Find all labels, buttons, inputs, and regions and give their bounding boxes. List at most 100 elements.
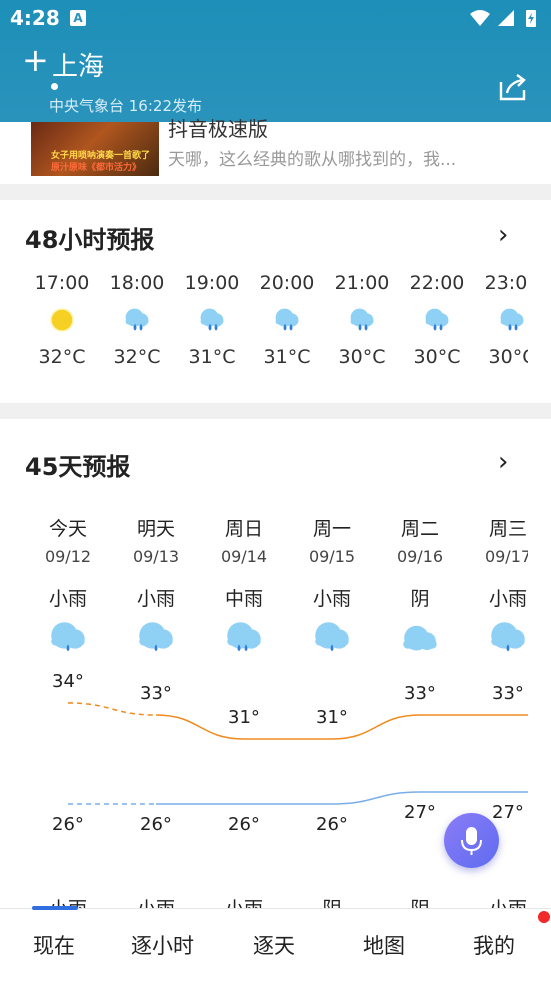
rain-cloud-icon xyxy=(324,294,400,346)
hourly-item[interactable]: 20:00 31°C xyxy=(249,272,325,368)
night-condition: 阴 xyxy=(288,894,376,908)
daily-item[interactable]: 今天 09/12 小雨 xyxy=(24,514,112,663)
low-temp-line-segment xyxy=(155,791,528,805)
hour-temp: 31°C xyxy=(188,346,236,368)
signal-icon xyxy=(498,10,514,26)
light-rain-icon xyxy=(464,615,528,663)
day-condition: 中雨 xyxy=(224,588,263,610)
rain-cloud-icon xyxy=(174,294,250,346)
hourly-item[interactable]: 21:00 30°C xyxy=(324,272,400,368)
overcast-icon xyxy=(376,615,464,663)
night-condition: 小雨 xyxy=(112,894,200,908)
voice-button[interactable] xyxy=(444,813,499,868)
daily-item[interactable]: 明天 09/13 小雨 xyxy=(112,514,200,663)
night-condition: 小雨 xyxy=(464,894,528,908)
day-name: 周二 xyxy=(400,518,439,540)
nav-active-indicator xyxy=(32,906,78,910)
rain-cloud-icon xyxy=(249,294,325,346)
hour-time: 17:00 xyxy=(34,272,90,294)
hour-temp: 31°C xyxy=(263,346,311,368)
hour-time: 20:00 xyxy=(259,272,315,294)
daily-title: 45天预报 xyxy=(25,453,131,481)
day-condition: 小雨 xyxy=(312,588,351,610)
hour-time: 22:00 xyxy=(409,272,465,294)
nav-mine[interactable]: 我的 xyxy=(473,930,515,960)
low-temp-label: 26° xyxy=(316,814,348,835)
hourly-item[interactable]: 19:00 31°C xyxy=(174,272,250,368)
daily-item[interactable]: 周日 09/14 中雨 xyxy=(200,514,288,663)
hour-temp: 32°C xyxy=(38,346,86,368)
day-date: 09/17 xyxy=(484,547,528,566)
day-name: 今天 xyxy=(48,518,87,540)
hour-time: 23:00 xyxy=(484,272,528,294)
day-date: 09/16 xyxy=(396,547,444,566)
day-name: 周一 xyxy=(312,518,351,540)
hour-time: 19:00 xyxy=(184,272,240,294)
add-city-button[interactable]: + xyxy=(22,44,49,76)
section-divider xyxy=(0,403,551,419)
share-icon[interactable] xyxy=(498,72,528,102)
daily-more-chevron-icon[interactable]: › xyxy=(498,447,508,477)
daily-item[interactable]: 周三 09/17 小雨 xyxy=(464,514,528,663)
day-name: 周日 xyxy=(224,518,263,540)
hourly-item[interactable]: 17:00 32°C xyxy=(24,272,100,368)
wifi-icon xyxy=(470,10,490,26)
moderate-rain-icon xyxy=(200,615,288,663)
news-description[interactable]: 天哪，这么经典的歌从哪找到的，我... xyxy=(168,145,456,170)
hour-temp: 30°C xyxy=(413,346,461,368)
high-temp-line-past-segment xyxy=(67,702,157,716)
rain-cloud-icon xyxy=(474,294,528,346)
day-date: 09/12 xyxy=(44,547,92,566)
high-temp-label: 31° xyxy=(316,707,348,728)
rain-cloud-icon xyxy=(99,294,175,346)
hourly-item[interactable]: 18:00 32°C xyxy=(99,272,175,368)
light-rain-icon xyxy=(24,615,112,663)
city-name[interactable]: 上海 xyxy=(52,46,104,83)
daily-item[interactable]: 周一 09/15 小雨 xyxy=(288,514,376,663)
daily-item[interactable]: 周二 09/16 阴 xyxy=(376,514,464,663)
high-temp-label: 33° xyxy=(140,683,172,704)
status-icons xyxy=(470,10,536,27)
day-condition: 小雨 xyxy=(48,588,87,610)
low-temp-label: 26° xyxy=(52,814,84,835)
bottom-navigation: 现在 逐小时 逐天 地图 我的 xyxy=(0,908,551,982)
day-condition: 小雨 xyxy=(488,588,527,610)
day-name: 周三 xyxy=(488,518,527,540)
night-condition: 阴 xyxy=(376,894,464,908)
rain-cloud-icon xyxy=(399,294,475,346)
news-thumbnail[interactable]: 女子用唢呐演奏一首歌了 原汁原味《都市活力》 xyxy=(31,122,159,176)
hourly-title: 48小时预报 xyxy=(25,226,155,254)
hour-time: 21:00 xyxy=(334,272,390,294)
day-date: 09/15 xyxy=(308,547,356,566)
high-temp-label: 33° xyxy=(492,683,524,704)
day-date: 09/13 xyxy=(132,547,180,566)
hourly-item[interactable]: 22:00 30°C xyxy=(399,272,475,368)
page-indicator-dot xyxy=(51,83,58,90)
low-temp-label: 26° xyxy=(228,814,260,835)
high-temp-label: 34° xyxy=(52,671,84,692)
day-name: 明天 xyxy=(136,518,175,540)
nav-hourly[interactable]: 逐小时 xyxy=(131,930,194,960)
sun-icon xyxy=(24,294,100,346)
microphone-icon xyxy=(461,827,482,855)
low-temp-label: 27° xyxy=(404,802,436,823)
hourly-more-chevron-icon[interactable]: › xyxy=(498,220,508,250)
light-rain-icon xyxy=(288,615,376,663)
high-temp-label: 33° xyxy=(404,683,436,704)
nav-daily[interactable]: 逐天 xyxy=(253,930,295,960)
hourly-item[interactable]: 23:00 30°C xyxy=(474,272,528,368)
day-condition: 小雨 xyxy=(136,588,175,610)
news-title[interactable]: 抖音极速版 xyxy=(168,113,268,142)
notification-dot xyxy=(538,911,550,923)
day-condition: 阴 xyxy=(410,588,430,610)
light-rain-icon xyxy=(112,615,200,663)
hourly-list[interactable]: 17:00 32°C 18:00 32°C 19:00 31°C 20:00 31°C 21:0… xyxy=(0,272,528,387)
nav-map[interactable]: 地图 xyxy=(363,930,405,960)
nav-now[interactable]: 现在 xyxy=(33,930,75,960)
night-condition: 小雨 xyxy=(200,894,288,908)
hour-temp: 32°C xyxy=(113,346,161,368)
day-date: 09/14 xyxy=(220,547,268,566)
low-temp-label: 26° xyxy=(140,814,172,835)
status-time: 4:28 xyxy=(10,6,60,30)
high-temp-label: 31° xyxy=(228,707,260,728)
